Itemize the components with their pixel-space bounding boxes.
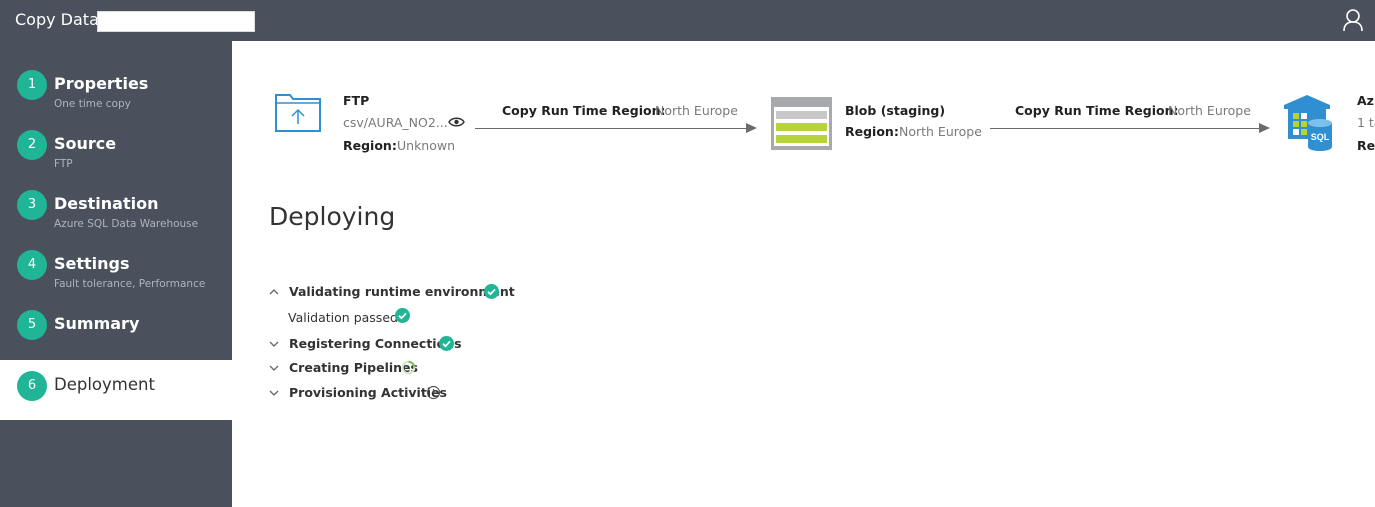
step-subtitle: Azure SQL Data Warehouse (54, 218, 199, 230)
arrow2-line (990, 128, 1260, 129)
user-icon[interactable] (1342, 7, 1364, 33)
deploying-heading: Deploying (269, 202, 396, 231)
step-number: 2 (17, 130, 47, 160)
dest-line2: 1 ta (1357, 115, 1375, 130)
step-title: Settings (54, 254, 130, 273)
check-circle-icon (484, 284, 499, 299)
step-subtitle: One time copy (54, 98, 131, 110)
step-title: Deployment (54, 375, 155, 394)
step-subtitle: Fault tolerance, Performance (54, 278, 206, 290)
dest-line3: Reg (1357, 138, 1375, 153)
arrow2-head (1259, 123, 1270, 133)
task-provisioning-label: Provisioning Activities (289, 385, 447, 400)
blob-storage-icon (771, 97, 832, 150)
step-number: 3 (17, 190, 47, 220)
step-title: Properties (54, 74, 149, 93)
check-circle-icon (439, 336, 454, 351)
app-title: Copy Data (15, 10, 99, 29)
step-summary[interactable]: 5 Summary (0, 294, 232, 354)
spinner-icon (401, 360, 416, 375)
source-path: csv/AURA_NO2... (343, 115, 448, 130)
dest-title: Azu (1357, 93, 1375, 108)
task-creating-label: Creating Pipelines (289, 360, 418, 375)
step-deployment[interactable]: 6 Deployment (0, 360, 232, 420)
source-title: FTP (343, 93, 370, 108)
arrow2-runtime-label: Copy Run Time Region: (1015, 103, 1179, 118)
chevron-up-icon[interactable] (268, 286, 280, 298)
clock-icon (426, 385, 441, 400)
check-circle-icon (395, 308, 410, 323)
step-settings[interactable]: 4 Settings Fault tolerance, Performance (0, 234, 232, 294)
chevron-down-icon[interactable] (268, 362, 280, 374)
sql-data-warehouse-icon: SQL (1284, 95, 1332, 151)
arrow1-runtime-label: Copy Run Time Region: (502, 103, 666, 118)
source-region-value: Unknown (397, 138, 456, 153)
step-properties[interactable]: 1 Properties One time copy (0, 54, 232, 114)
step-title: Destination (54, 194, 159, 213)
source-region-label: Region: (343, 138, 397, 153)
chevron-down-icon[interactable] (268, 387, 280, 399)
arrow1-runtime-value: North Europe (655, 103, 738, 118)
step-number: 4 (17, 250, 47, 280)
arrow2-runtime-value: North Europe (1168, 103, 1251, 118)
pipeline-name-field[interactable] (97, 11, 255, 32)
wizard-steps-sidebar: 1 Properties One time copy 2 Source FTP … (0, 41, 232, 507)
staging-title: Blob (staging) (845, 103, 946, 118)
task-validating-result: Validation passed (288, 310, 398, 325)
step-title: Source (54, 134, 117, 153)
step-source[interactable]: 2 Source FTP (0, 114, 232, 174)
step-subtitle: FTP (54, 158, 73, 170)
arrow1-head (746, 123, 757, 133)
step-number: 5 (17, 310, 47, 340)
step-number: 1 (17, 70, 47, 100)
staging-region-value: North Europe (899, 124, 982, 139)
sql-badge: SQL (1311, 132, 1330, 142)
arrow1-line (475, 128, 747, 129)
chevron-down-icon[interactable] (268, 338, 280, 350)
task-validating-label: Validating runtime environment (289, 284, 515, 299)
staging-region-label: Region: (845, 124, 899, 139)
step-number: 6 (17, 371, 47, 401)
eye-icon[interactable] (448, 116, 465, 128)
top-bar: Copy Data (0, 0, 1375, 41)
step-title: Summary (54, 314, 140, 333)
folder-upload-icon (275, 94, 321, 132)
task-registering-label: Registering Connections (289, 336, 462, 351)
step-destination[interactable]: 3 Destination Azure SQL Data Warehouse (0, 174, 232, 234)
main-panel: FTP csv/AURA_NO2... Region: Unknown Copy… (232, 41, 1375, 507)
